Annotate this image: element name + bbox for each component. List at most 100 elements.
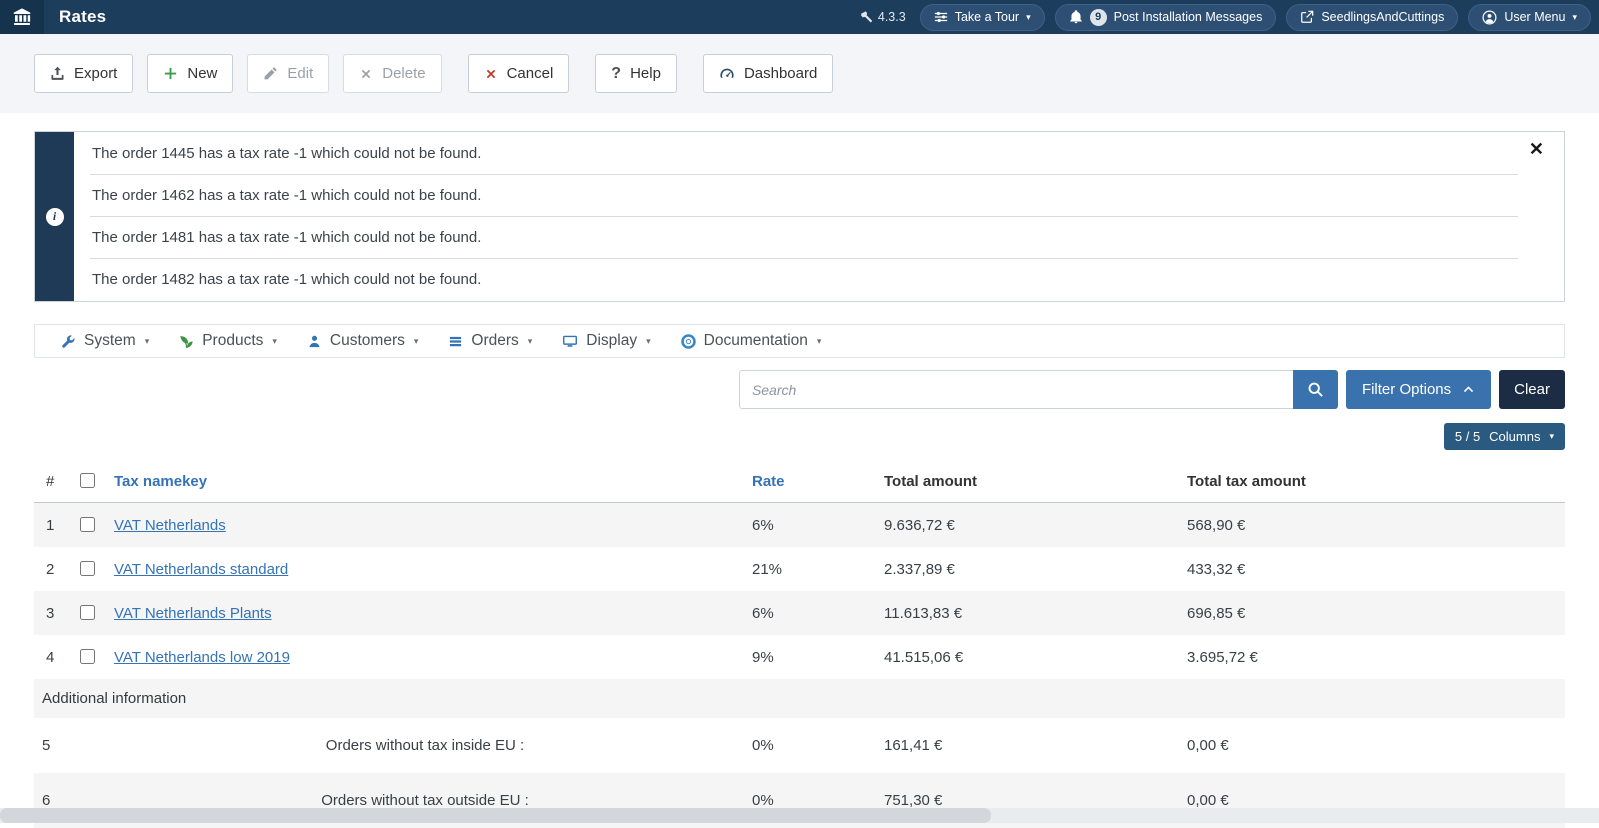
take-a-tour-button[interactable]: Take a Tour ▾ (920, 4, 1045, 31)
admin-header: Rates 4.3.3 Take a Tour ▾ 9 Post Install… (0, 0, 1599, 34)
columns-selector-button[interactable]: 5 / 5 Columns ▾ (1444, 423, 1565, 450)
dashboard-button[interactable]: Dashboard (703, 54, 833, 93)
row-checkbox[interactable] (80, 561, 95, 576)
alert-message: The order 1462 has a tax rate -1 which c… (90, 175, 1518, 217)
row-index: 1 (34, 503, 68, 548)
tools-icon (860, 11, 873, 24)
total-amount-value: 41.515,06 € (876, 635, 1179, 679)
select-all-checkbox[interactable] (80, 473, 95, 488)
tax-namekey-link[interactable]: VAT Netherlands low 2019 (114, 649, 290, 666)
rate-value: 0% (744, 718, 876, 773)
tax-namekey-link[interactable]: VAT Netherlands (114, 517, 226, 534)
tour-label: Take a Tour (955, 10, 1019, 24)
summary-label: Orders without tax inside EU : (106, 718, 744, 773)
menu-item-documentation[interactable]: Documentation▾ (681, 332, 822, 350)
header-actions: 4.3.3 Take a Tour ▾ 9 Post Installation … (860, 4, 1591, 31)
total-tax-amount-value: 3.695,72 € (1179, 635, 1565, 679)
header-tax-namekey[interactable]: Tax namekey (106, 460, 744, 503)
additional-information-label: Additional information (34, 679, 1565, 718)
chevron-down-icon: ▾ (646, 337, 651, 346)
row-checkbox-cell (68, 547, 106, 591)
select-all-cell (68, 460, 106, 503)
rate-row: 4VAT Netherlands low 20199%41.515,06 €3.… (34, 635, 1565, 679)
times-icon (359, 67, 373, 81)
info-alert: i The order 1445 has a tax rate -1 which… (34, 131, 1565, 302)
alert-messages: The order 1445 has a tax rate -1 which c… (74, 132, 1564, 301)
joomla-logo-icon[interactable] (0, 0, 44, 34)
row-checkbox-cell (68, 591, 106, 635)
row-checkbox[interactable] (80, 517, 95, 532)
clear-button[interactable]: Clear (1499, 370, 1565, 409)
chevron-down-icon: ▾ (817, 337, 822, 346)
menu-item-customers[interactable]: Customers▾ (307, 332, 418, 350)
scrollbar-thumb[interactable] (0, 808, 991, 823)
pencil-icon (263, 66, 278, 81)
menu-item-products[interactable]: Products▾ (179, 332, 277, 350)
header-total-amount: Total amount (876, 460, 1179, 503)
user-menu-button[interactable]: User Menu ▾ (1468, 4, 1591, 31)
summary-row: 5Orders without tax inside EU :0%161,41 … (34, 718, 1565, 773)
empty-checkbox-cell (68, 718, 106, 773)
close-icon[interactable]: ✕ (1523, 139, 1550, 159)
edit-button[interactable]: Edit (247, 54, 329, 93)
help-button[interactable]: ? Help (595, 54, 677, 93)
chevron-down-icon: ▾ (414, 337, 419, 346)
row-checkbox[interactable] (80, 605, 95, 620)
page-title: Rates (59, 7, 106, 27)
site-link-button[interactable]: SeedlingsAndCuttings (1286, 4, 1458, 31)
menu-item-orders[interactable]: Orders▾ (448, 332, 532, 350)
table-header-row: # Tax namekey Rate Total amount Total ta… (34, 460, 1565, 503)
post-installation-messages-button[interactable]: 9 Post Installation Messages (1055, 4, 1277, 31)
site-label: SeedlingsAndCuttings (1321, 10, 1444, 24)
alert-message: The order 1445 has a tax rate -1 which c… (90, 133, 1518, 175)
export-button[interactable]: Export (34, 54, 133, 93)
version-number: 4.3.3 (878, 10, 906, 24)
new-button[interactable]: New (147, 54, 233, 93)
rates-table: # Tax namekey Rate Total amount Total ta… (34, 460, 1565, 828)
times-icon (484, 67, 498, 81)
total-tax-amount-value: 433,32 € (1179, 547, 1565, 591)
display-icon (562, 334, 578, 349)
filter-options-button[interactable]: Filter Options (1346, 370, 1491, 409)
rate-value: 6% (744, 591, 876, 635)
delete-button[interactable]: Delete (343, 54, 441, 93)
upload-icon (50, 66, 65, 81)
joomla-version: 4.3.3 (860, 10, 906, 24)
search-icon (1307, 381, 1324, 398)
tax-namekey-cell: VAT Netherlands Plants (106, 591, 744, 635)
total-amount-value: 11.613,83 € (876, 591, 1179, 635)
row-checkbox-cell (68, 635, 106, 679)
life-ring-icon (681, 334, 696, 349)
row-index: 5 (34, 718, 68, 773)
user-icon (307, 334, 322, 349)
columns-label: Columns (1489, 429, 1540, 444)
total-tax-amount-value: 0,00 € (1179, 718, 1565, 773)
search-input[interactable] (739, 370, 1293, 409)
tax-namekey-link[interactable]: VAT Netherlands standard (114, 561, 288, 578)
main-content: i The order 1445 has a tax rate -1 which… (0, 113, 1599, 828)
institution-icon (12, 7, 32, 27)
rate-row: 1VAT Netherlands6%9.636,72 €568,90 € (34, 503, 1565, 548)
seedling-icon (179, 334, 194, 349)
menu-item-system[interactable]: System▾ (61, 332, 149, 350)
rate-row: 2VAT Netherlands standard21%2.337,89 €43… (34, 547, 1565, 591)
plus-icon (163, 66, 178, 81)
cancel-button[interactable]: Cancel (468, 54, 570, 93)
rate-value: 9% (744, 635, 876, 679)
row-checkbox[interactable] (80, 649, 95, 664)
user-menu-label: User Menu (1504, 10, 1565, 24)
header-rate[interactable]: Rate (744, 460, 876, 503)
wrench-icon (61, 334, 76, 349)
row-checkbox-cell (68, 503, 106, 548)
menu-item-display[interactable]: Display▾ (562, 332, 650, 350)
search-button[interactable] (1293, 370, 1338, 409)
row-index: 2 (34, 547, 68, 591)
horizontal-scrollbar[interactable] (0, 808, 1599, 823)
alert-side: i (35, 132, 74, 301)
component-menu: System▾ Products▾ Customers▾ Orders▾ Display… (34, 324, 1565, 358)
tax-namekey-link[interactable]: VAT Netherlands Plants (114, 605, 272, 622)
notification-count-badge: 9 (1090, 9, 1107, 26)
messages-label: Post Installation Messages (1114, 10, 1263, 24)
chevron-up-icon (1462, 383, 1475, 396)
info-icon: i (46, 208, 64, 226)
